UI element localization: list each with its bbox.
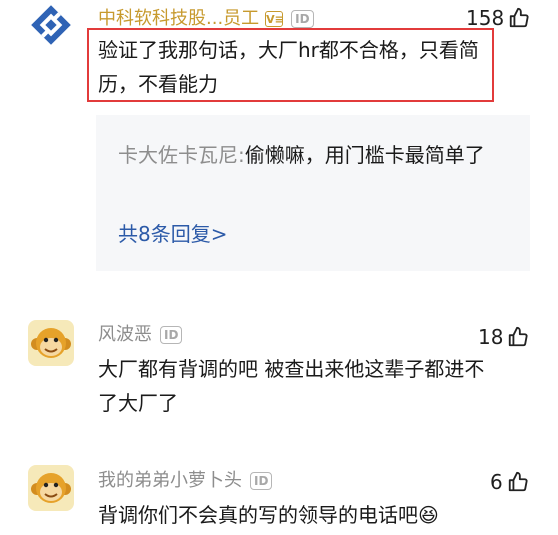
view-replies-link[interactable]: 共8条回复> (118, 218, 227, 247)
like-count: 6 (490, 470, 503, 494)
like-button[interactable]: 6 (490, 470, 529, 494)
thumbs-up-icon (510, 7, 529, 28)
company-logo-avatar[interactable] (28, 2, 74, 48)
reply-item[interactable]: 卡大佐卡瓦尼:偷懒嘛，用门槛卡最简单了 (118, 138, 518, 172)
comment-text-body: 背调你们不会真的写的领导的电话吧 (98, 503, 418, 527)
reply-author[interactable]: 卡大佐卡瓦尼: (118, 143, 245, 167)
comment-author[interactable]: 风波恶 ID (98, 320, 183, 346)
comment-author[interactable]: 中科软科技股...员工 V≡ ID (98, 4, 314, 30)
like-count: 158 (466, 6, 505, 30)
laughing-emoji-icon: 😆 (418, 503, 439, 527)
avatar[interactable] (28, 465, 74, 511)
comment-text: 大厂都有背调的吧 被查出来他这辈子都进不了大厂了 (98, 357, 485, 415)
monkey-avatar-icon (31, 328, 71, 358)
comment-text: 背调你们不会真的写的领导的电话吧😆 (98, 498, 528, 532)
thumbs-up-icon (508, 471, 528, 492)
id-badge: ID (291, 10, 314, 28)
thumbs-up-icon (509, 326, 529, 347)
avatar[interactable] (28, 320, 74, 366)
id-badge: ID (250, 472, 273, 490)
author-name[interactable]: 中科软科技股...员工 (98, 8, 259, 29)
id-badge: ID (160, 326, 183, 344)
author-name[interactable]: 风波恶 (98, 324, 152, 345)
verified-badge-icon: V≡ (265, 11, 284, 27)
like-button[interactable]: 18 (478, 325, 529, 349)
like-count: 18 (478, 325, 504, 349)
monkey-avatar-icon (31, 473, 71, 503)
comment-author[interactable]: 我的弟弟小萝卜头 ID (98, 466, 273, 492)
reply-text: 偷懒嘛，用门槛卡最简单了 (244, 143, 485, 167)
like-button[interactable]: 158 (466, 6, 530, 30)
author-name[interactable]: 我的弟弟小萝卜头 (98, 470, 242, 491)
comment-text: 验证了我那句话，大厂hr都不合格，只看简历，不看能力 (98, 38, 479, 96)
